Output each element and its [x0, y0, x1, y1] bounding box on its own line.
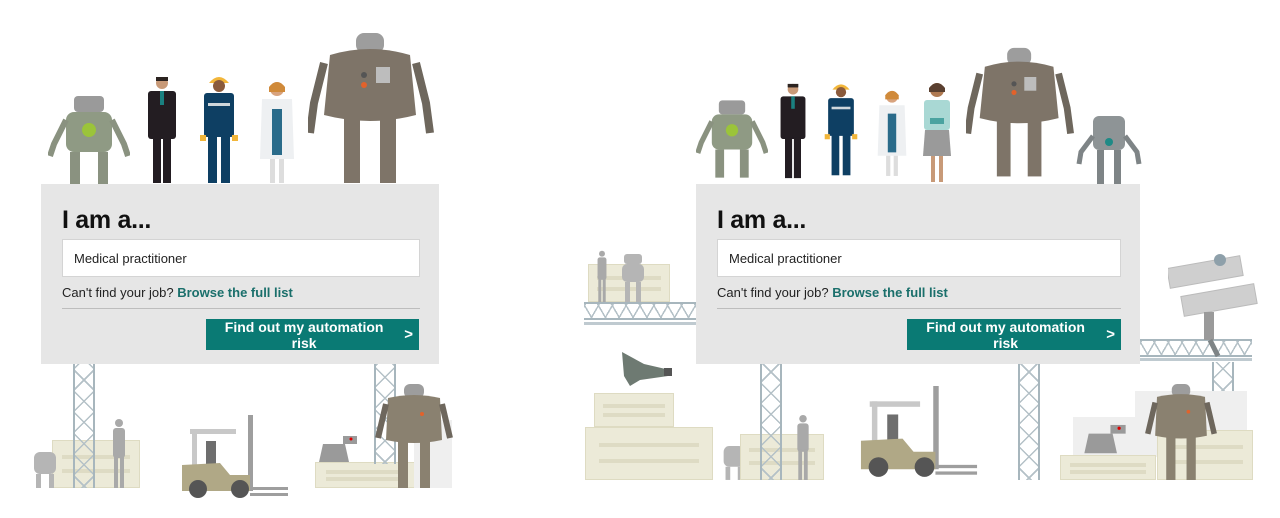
small-robot-figure [34, 452, 56, 488]
scene-right: I am a... Medical practitioner Can't fin… [560, 0, 1280, 518]
submit-label: Find out my automation risk [926, 318, 1085, 351]
scaffold-tower [73, 364, 95, 488]
person-silhouette-figure [797, 414, 809, 480]
job-input[interactable]: Medical practitioner [717, 239, 1121, 277]
doctor-figure [260, 82, 294, 183]
scaffold-tower [1018, 364, 1040, 480]
small-teal-robot-figure [1076, 116, 1142, 184]
forklift-figure [182, 415, 288, 498]
chevron-right-icon: > [404, 326, 413, 343]
person-silhouette-figure [597, 250, 607, 302]
job-search-panel: I am a... Medical practitioner Can't fin… [41, 184, 439, 364]
help-text: Can't find your job? [62, 285, 174, 300]
businessman-figure [780, 83, 806, 179]
robot-carrying-panels-figure [1168, 254, 1258, 358]
construction-worker-figure [824, 84, 858, 176]
green-robot-figure [48, 96, 130, 184]
divider [62, 308, 420, 309]
form-heading: I am a... [62, 206, 152, 234]
crate [1060, 455, 1156, 480]
form-heading: I am a... [717, 206, 807, 234]
divider [717, 308, 1121, 309]
office-worker-figure [923, 83, 951, 182]
chevron-right-icon: > [1106, 326, 1115, 343]
submit-label: Find out my automation risk [224, 318, 384, 351]
find-automation-risk-button[interactable]: Find out my automation risk > [206, 318, 419, 351]
job-input[interactable]: Medical practitioner [62, 239, 420, 277]
scene-left: I am a... Medical practitioner Can't fin… [0, 0, 560, 518]
browse-full-list-link[interactable]: Browse the full list [832, 285, 948, 300]
find-automation-risk-button[interactable]: Find out my automation risk > [907, 318, 1121, 351]
browse-full-list-link[interactable]: Browse the full list [177, 285, 293, 300]
construction-worker-figure [200, 77, 238, 183]
job-search-panel: I am a... Medical practitioner Can't fin… [696, 184, 1140, 364]
bridge-rail [1140, 358, 1252, 361]
person-silhouette-figure [113, 419, 125, 488]
doctor-figure [877, 90, 907, 176]
robot-figure [1145, 384, 1217, 480]
large-brown-robot-figure [966, 47, 1074, 177]
large-brown-robot-figure [308, 33, 434, 183]
forklift-figure [860, 386, 978, 477]
bridge-rail [584, 322, 696, 325]
help-text-row: Can't find your job? Browse the full lis… [717, 285, 948, 300]
robot-dog-figure [319, 436, 357, 462]
help-text-row: Can't find your job? Browse the full lis… [62, 285, 293, 300]
drone-figure [622, 352, 672, 386]
businessman-figure [148, 77, 176, 183]
robot-figure [375, 384, 453, 488]
scaffold-bridge [584, 302, 696, 320]
crate [585, 427, 713, 480]
crate [594, 393, 674, 427]
help-text: Can't find your job? [717, 285, 829, 300]
scaffold-tower [760, 364, 782, 480]
green-robot-figure [696, 100, 768, 178]
robot-dog-figure [1084, 424, 1126, 454]
small-robot-figure [622, 254, 644, 302]
